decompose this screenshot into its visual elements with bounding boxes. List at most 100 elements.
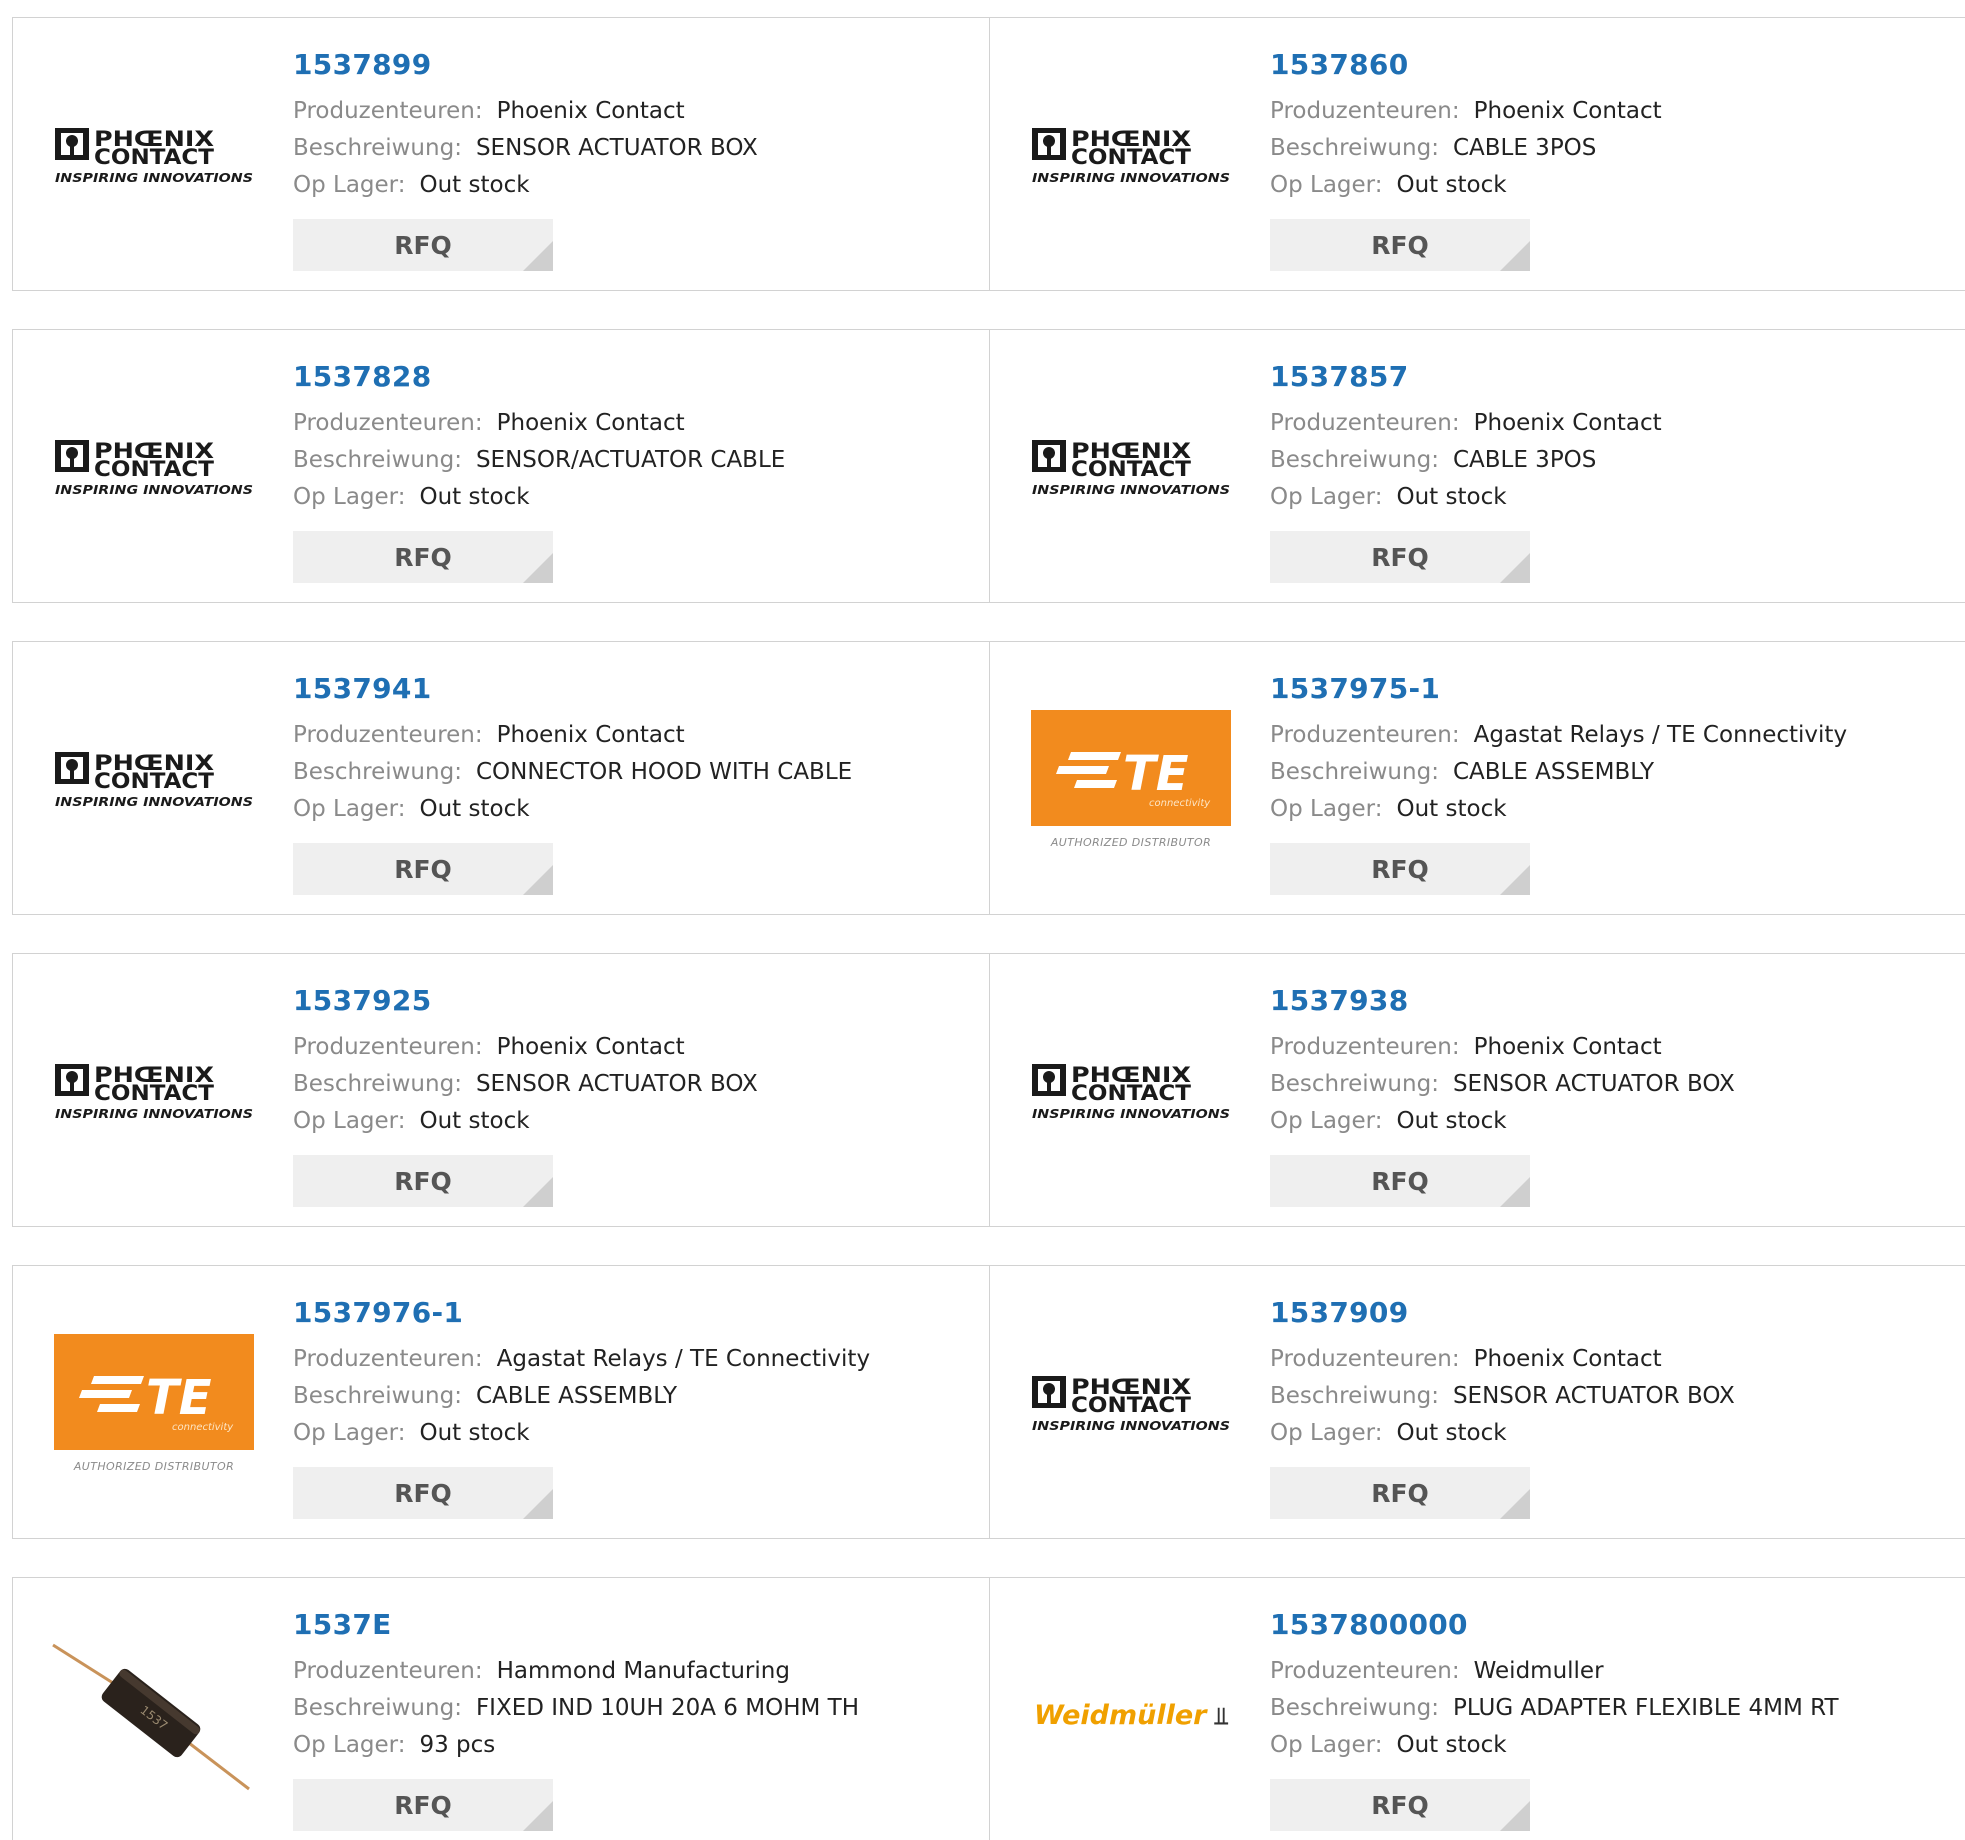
rfq-label: RFQ — [394, 542, 452, 572]
rfq-button[interactable]: RFQ — [1270, 219, 1530, 271]
te-connectivity-logo: TE connectivity AUTHORIZED DISTRIBUTOR — [54, 1333, 254, 1473]
phoenix-contact-logo: PHŒNIX CONTACT INSPIRING INNOVATIONS — [1031, 1060, 1231, 1122]
manufacturer-label: Produzenteuren: — [293, 1346, 483, 1372]
manufacturer-value: Phoenix Contact — [496, 410, 685, 436]
svg-text:connectivity: connectivity — [1149, 798, 1211, 809]
rfq-button[interactable]: RFQ — [293, 531, 553, 583]
corner-triangle-icon — [1500, 865, 1530, 895]
rfq-button[interactable]: RFQ — [1270, 1779, 1530, 1831]
rfq-button[interactable]: RFQ — [293, 1779, 553, 1831]
description-value: SENSOR/ACTUATOR CABLE — [475, 447, 786, 473]
rfq-button[interactable]: RFQ — [293, 843, 553, 895]
svg-text:TE: TE — [1123, 746, 1189, 802]
svg-text:INSPIRING INNOVATIONS: INSPIRING INNOVATIONS — [1032, 1419, 1230, 1433]
stock-value: Out stock — [1396, 1420, 1507, 1446]
manufacturer-field: Produzenteuren: Hammond Manufacturing — [293, 1658, 790, 1684]
description-field: Beschreiwung: PLUG ADAPTER FLEXIBLE 4MM R… — [1270, 1695, 1839, 1721]
product-card: PHŒNIX CONTACT INSPIRING INNOVATIONS 15378… — [13, 330, 989, 602]
part-number-link[interactable]: 1537860 — [1270, 48, 1408, 81]
part-number-link[interactable]: 1537976-1 — [293, 1296, 463, 1329]
manufacturer-logo: PHŒNIX CONTACT INSPIRING INNOVATIONS — [49, 362, 259, 572]
part-number-link[interactable]: 1537899 — [293, 48, 431, 81]
rfq-button[interactable]: RFQ — [293, 1155, 553, 1207]
stock-label: Op Lager: — [1270, 1420, 1383, 1446]
stock-label: Op Lager: — [1270, 1732, 1383, 1758]
manufacturer-field: Produzenteuren: Phoenix Contact — [1270, 410, 1662, 436]
svg-text:INSPIRING INNOVATIONS: INSPIRING INNOVATIONS — [55, 171, 253, 185]
phoenix-contact-logo: PHŒNIX CONTACT INSPIRING INNOVATIONS — [1031, 436, 1231, 498]
stock-field: Op Lager: Out stock — [1270, 1420, 1507, 1446]
manufacturer-field: Produzenteuren: Phoenix Contact — [293, 410, 685, 436]
manufacturer-label: Produzenteuren: — [293, 1658, 483, 1684]
rfq-button[interactable]: RFQ — [1270, 531, 1530, 583]
description-label: Beschreiwung: — [293, 1071, 462, 1097]
part-number-link[interactable]: 1537857 — [1270, 360, 1408, 393]
svg-text:CONTACT: CONTACT — [1071, 1393, 1192, 1417]
rfq-button[interactable]: RFQ — [293, 1467, 553, 1519]
stock-label: Op Lager: — [1270, 484, 1383, 510]
corner-triangle-icon — [523, 1489, 553, 1519]
part-number-link[interactable]: 1537909 — [1270, 1296, 1408, 1329]
rfq-label: RFQ — [1371, 1478, 1429, 1508]
stock-field: Op Lager: Out stock — [293, 484, 530, 510]
manufacturer-value: Phoenix Contact — [1473, 1034, 1662, 1060]
corner-triangle-icon — [523, 241, 553, 271]
description-field: Beschreiwung: SENSOR ACTUATOR BOX — [293, 135, 758, 161]
product-card: PHŒNIX CONTACT INSPIRING INNOVATIONS 15379… — [13, 954, 989, 1226]
part-number-link[interactable]: 1537938 — [1270, 984, 1408, 1017]
description-label: Beschreiwung: — [293, 1383, 462, 1409]
description-field: Beschreiwung: CABLE ASSEMBLY — [1270, 759, 1654, 785]
manufacturer-value: Phoenix Contact — [1473, 98, 1662, 124]
manufacturer-value: Agastat Relays / TE Connectivity — [1473, 722, 1848, 748]
stock-label: Op Lager: — [1270, 172, 1383, 198]
part-number-link[interactable]: 1537975-1 — [1270, 672, 1440, 705]
part-number-link[interactable]: 1537828 — [293, 360, 431, 393]
svg-text:CONTACT: CONTACT — [94, 1081, 215, 1105]
corner-triangle-icon — [523, 1801, 553, 1831]
phoenix-contact-logo: PHŒNIX CONTACT INSPIRING INNOVATIONS — [54, 748, 254, 810]
stock-field: Op Lager: Out stock — [1270, 172, 1507, 198]
product-grid: PHŒNIX CONTACT INSPIRING INNOVATIONS 15378… — [0, 0, 1965, 1840]
product-row: TE connectivity AUTHORIZED DISTRIBUTOR 153… — [12, 1265, 1965, 1539]
part-number-link[interactable]: 1537E — [293, 1608, 392, 1641]
stock-label: Op Lager: — [293, 172, 406, 198]
stock-label: Op Lager: — [293, 484, 406, 510]
phoenix-contact-logo: PHŒNIX CONTACT INSPIRING INNOVATIONS — [54, 436, 254, 498]
corner-triangle-icon — [523, 865, 553, 895]
manufacturer-value: Phoenix Contact — [496, 1034, 685, 1060]
manufacturer-logo: PHŒNIX CONTACT INSPIRING INNOVATIONS — [1026, 362, 1236, 572]
svg-text:CONTACT: CONTACT — [94, 145, 215, 169]
manufacturer-field: Produzenteuren: Phoenix Contact — [1270, 1346, 1662, 1372]
stock-value: Out stock — [1396, 484, 1507, 510]
te-connectivity-logo: TE connectivity AUTHORIZED DISTRIBUTOR — [1031, 709, 1231, 849]
rfq-label: RFQ — [1371, 1166, 1429, 1196]
svg-text:INSPIRING INNOVATIONS: INSPIRING INNOVATIONS — [55, 795, 253, 809]
description-field: Beschreiwung: CABLE 3POS — [1270, 447, 1596, 473]
rfq-button[interactable]: RFQ — [1270, 843, 1530, 895]
phoenix-contact-logo: PHŒNIX CONTACT INSPIRING INNOVATIONS — [1031, 124, 1231, 186]
stock-label: Op Lager: — [1270, 1108, 1383, 1134]
product-card: Weidmüller ⫫ 1537800000 Produzenteuren: We… — [989, 1578, 1965, 1840]
stock-label: Op Lager: — [1270, 796, 1383, 822]
product-card: TE connectivity AUTHORIZED DISTRIBUTOR 153… — [989, 642, 1965, 914]
rfq-button[interactable]: RFQ — [1270, 1467, 1530, 1519]
part-number-link[interactable]: 1537925 — [293, 984, 431, 1017]
product-row: PHŒNIX CONTACT INSPIRING INNOVATIONS 15378… — [12, 17, 1965, 291]
manufacturer-field: Produzenteuren: Agastat Relays / TE Conne… — [1270, 722, 1847, 748]
manufacturer-logo: TE connectivity AUTHORIZED DISTRIBUTOR — [1026, 674, 1236, 884]
manufacturer-logo: PHŒNIX CONTACT INSPIRING INNOVATIONS — [1026, 986, 1236, 1196]
part-number-link[interactable]: 1537941 — [293, 672, 431, 705]
product-row: 1537 1537E Produzenteuren: Hammond Manufa… — [12, 1577, 1965, 1840]
corner-triangle-icon — [1500, 241, 1530, 271]
rfq-button[interactable]: RFQ — [1270, 1155, 1530, 1207]
manufacturer-value: Hammond Manufacturing — [496, 1658, 790, 1684]
product-row: PHŒNIX CONTACT INSPIRING INNOVATIONS 15379… — [12, 641, 1965, 915]
svg-text:INSPIRING INNOVATIONS: INSPIRING INNOVATIONS — [1032, 171, 1230, 185]
rfq-button[interactable]: RFQ — [293, 219, 553, 271]
manufacturer-label: Produzenteuren: — [1270, 1658, 1460, 1684]
part-number-link[interactable]: 1537800000 — [1270, 1608, 1468, 1641]
manufacturer-field: Produzenteuren: Weidmuller — [1270, 1658, 1604, 1684]
svg-text:CONTACT: CONTACT — [1071, 457, 1192, 481]
manufacturer-label: Produzenteuren: — [1270, 1034, 1460, 1060]
manufacturer-logo: PHŒNIX CONTACT INSPIRING INNOVATIONS — [1026, 50, 1236, 260]
